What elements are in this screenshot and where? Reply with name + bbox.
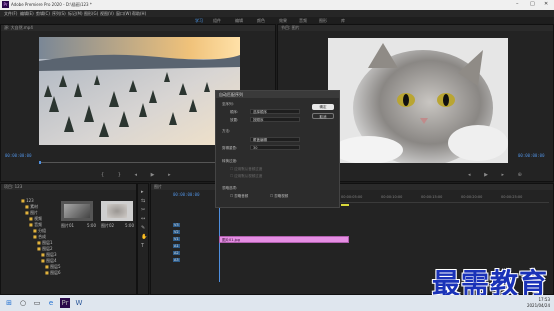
thumbnail-duration: 5:00 — [87, 223, 96, 228]
tools-icons[interactable]: ▸ ⇆ ✂ ↔ ✎ ✋ T — [141, 188, 147, 251]
source-scrub-bar[interactable] — [39, 162, 239, 163]
thumbnail-item[interactable] — [101, 201, 133, 221]
title-bar: Pr Adobe Premiere Pro 2020 - D:\插画\123 *… — [0, 0, 554, 10]
maximize-icon[interactable]: □ — [530, 1, 535, 7]
tree-item[interactable]: ■ 图层6 — [45, 270, 61, 276]
automate-to-sequence-dialog: 自动匹配序列 确定 取消 至序列: 顺序: 选择顺序 放置: 按顺序 方法: 覆… — [215, 90, 340, 208]
placement-select[interactable]: 按顺序 — [250, 117, 300, 122]
ignore-audio-checkbox[interactable]: ☐ 忽略音频 — [230, 194, 248, 199]
workspace-bar: 学习 组件 编辑 颜色 效果 音频 图形 库 — [0, 17, 554, 23]
section-ignore: 忽略选项: — [222, 186, 238, 190]
apply-audio-transition-checkbox[interactable]: ☐ 应用默认音频过渡 — [230, 167, 262, 172]
search-icon[interactable]: ○ — [18, 298, 28, 308]
task-view-icon[interactable]: ▭ — [32, 298, 42, 308]
tree-item[interactable]: ■ 123 — [21, 198, 34, 203]
ruler-tick-label: 00:00:20:00 — [461, 195, 483, 199]
track-a1[interactable]: A1 — [173, 243, 180, 250]
clock-time[interactable]: 17:53 — [520, 297, 550, 302]
close-icon[interactable]: ✕ — [544, 1, 548, 7]
window-title: Adobe Premiere Pro 2020 - D:\插画\123 * — [11, 2, 92, 7]
track-v3[interactable]: V3 — [173, 222, 180, 229]
work-area-bar[interactable] — [341, 204, 349, 206]
cancel-button[interactable]: 取消 — [312, 113, 334, 119]
ruler-tick-label: 00:00:15:00 — [421, 195, 443, 199]
clock-date[interactable]: 2021/04/24 — [520, 303, 550, 308]
ruler-tick-label: 00:00:25:00 — [501, 195, 523, 199]
program-transport-controls[interactable]: ◂ ▶ ▸ ⊕ — [468, 172, 528, 178]
project-panel-header[interactable]: 项目: 123 — [1, 184, 136, 190]
track-a2[interactable]: A2 — [173, 250, 180, 257]
thumbnail-duration: 5:00 — [125, 223, 134, 228]
source-playhead[interactable] — [39, 161, 41, 164]
timeline-timecode[interactable]: 00:00:00:00 — [173, 192, 200, 197]
start-icon[interactable]: ⊞ — [4, 298, 14, 308]
placement-label: 放置: — [230, 118, 239, 122]
clip-overlap-input[interactable]: 30 — [250, 145, 300, 150]
word-icon[interactable]: W — [74, 298, 84, 308]
minimize-icon[interactable]: – — [516, 1, 519, 7]
clip-overlap-label: 剪辑重叠: — [222, 146, 238, 150]
ok-button[interactable]: 确定 — [312, 104, 334, 110]
ruler-tick-label: 00:00:10:00 — [381, 195, 403, 199]
ignore-video-checkbox[interactable]: ☐ 忽略视频 — [270, 194, 288, 199]
program-video-frame — [328, 38, 508, 163]
timeline-clip[interactable]: 图片01.jpg — [219, 236, 349, 243]
source-transport-controls[interactable]: { } ◂ ▶ ▸ — [101, 172, 177, 178]
method-select[interactable]: 覆盖编辑 — [250, 137, 300, 142]
thumbnail-label: 图片02 — [101, 223, 115, 228]
section-transitions: 转换过渡: — [222, 159, 238, 163]
program-monitor-header[interactable]: 节目: 图片 — [278, 25, 553, 31]
apply-video-transition-checkbox[interactable]: ☐ 应用默认视频过渡 — [230, 174, 262, 179]
source-timecode[interactable]: 00:00:00:00 — [5, 153, 32, 158]
tools-panel: ▸ ⇆ ✂ ↔ ✎ ✋ T — [137, 183, 149, 295]
dialog-title: 自动匹配序列 — [216, 91, 339, 98]
thumbnail-item[interactable] — [61, 201, 93, 221]
order-label: 顺序: — [230, 110, 239, 114]
clip-label: 图片01.jpg — [222, 238, 240, 242]
track-v2[interactable]: V2 — [173, 229, 180, 236]
track-headers: V3 V2 V1 A1 A2 A3 — [173, 222, 180, 264]
project-panel: 项目: 123 ■ 123 ■ 素材 ■ 图片 ■ 视频 ■ 音频 ■ 分组 ■… — [0, 183, 137, 295]
menu-bar: 文件(F) 编辑(E) 剪辑(C) 序列(S) 标记(M) 图形(G) 视图(V… — [0, 10, 554, 17]
premiere-taskbar-icon[interactable]: Pr — [60, 298, 70, 308]
timeline-header[interactable]: 图片 — [151, 184, 553, 190]
source-video-frame — [39, 37, 240, 145]
ruler-tick-label: 00:00:05:00 — [341, 195, 363, 199]
windows-taskbar: ⊞ ○ ▭ e Pr W 17:53 2021/04/24 — [0, 295, 554, 311]
premiere-logo-icon: Pr — [2, 1, 9, 8]
order-select[interactable]: 选择顺序 — [250, 109, 300, 114]
track-a3[interactable]: A3 — [173, 257, 180, 264]
program-timecode[interactable]: 00:00:00:00 — [518, 153, 545, 158]
section-to-sequence: 至序列: — [222, 102, 234, 106]
edge-browser-icon[interactable]: e — [46, 298, 56, 308]
source-monitor-header[interactable]: 源: 大自然.mp4 — [1, 25, 275, 31]
thumbnail-label: 图片01 — [61, 223, 75, 228]
section-method: 方法: — [222, 129, 231, 133]
track-v1[interactable]: V1 — [173, 236, 180, 243]
